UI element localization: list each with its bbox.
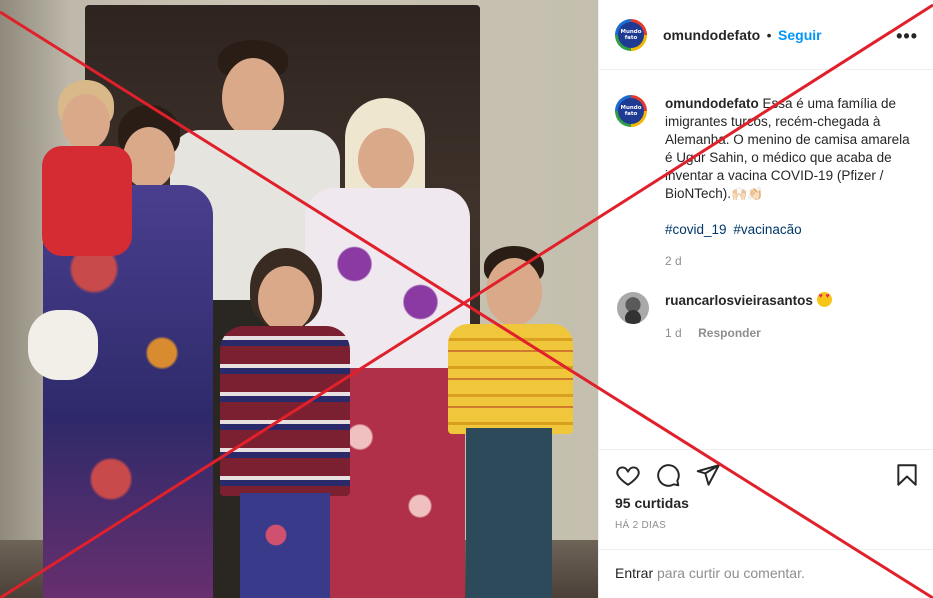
caption-text: Essa é uma família de imigrantes turcos,… <box>665 96 910 201</box>
paper-plane-icon[interactable] <box>695 462 721 488</box>
hashtag-link[interactable]: #vacinacão <box>733 222 801 237</box>
commenter-avatar[interactable] <box>617 292 649 324</box>
figure-boy-yellow-shirt <box>448 246 573 598</box>
avatar-logo: Mundo fato <box>618 98 644 124</box>
comment-item: ruancarlosvieirasantos <box>665 292 832 308</box>
post-actions: 95 curtidas HÁ 2 DIAS Entrar para curtir… <box>599 449 933 598</box>
header-dot: • <box>766 27 772 43</box>
login-link[interactable]: Entrar <box>615 565 653 581</box>
bookmark-icon[interactable] <box>894 462 920 488</box>
follow-button[interactable]: Seguir <box>778 27 822 43</box>
caption-username[interactable]: omundodefato <box>665 96 763 111</box>
likes-count[interactable]: 95 curtidas <box>615 495 689 511</box>
header-author-line: omundodefato • Seguir <box>663 27 822 45</box>
caption-emojis: 🙌🏻👏🏻 <box>731 186 764 201</box>
author-username[interactable]: omundodefato <box>663 27 760 43</box>
caption-time[interactable]: 2 d <box>665 254 682 268</box>
post-header: Mundo fato omundodefato • Seguir ••• <box>599 0 933 70</box>
figure-toddler <box>28 80 138 380</box>
post-side-panel: Mundo fato omundodefato • Seguir ••• Mun… <box>598 0 933 598</box>
figure-young-girl <box>220 248 350 598</box>
login-prompt-text: para curtir ou comentar. <box>653 565 805 581</box>
comment-time[interactable]: 1 d <box>665 326 682 340</box>
more-options-icon[interactable]: ••• <box>896 26 918 47</box>
heart-eyes-face-icon <box>816 292 832 307</box>
author-avatar[interactable]: Mundo fato <box>615 19 647 51</box>
avatar-logo: Mundo fato <box>618 22 644 48</box>
reply-button[interactable]: Responder <box>698 326 761 340</box>
comment-bubble-icon[interactable] <box>655 462 681 488</box>
comment-meta: 1 d Responder <box>665 324 761 342</box>
heart-icon[interactable] <box>615 462 641 488</box>
comment-box: Entrar para curtir ou comentar. <box>599 549 933 598</box>
caption-hashtags: #covid_19 #vacinacão <box>665 222 805 237</box>
post-photo[interactable] <box>0 0 598 598</box>
caption-author-avatar[interactable]: Mundo fato <box>615 95 647 127</box>
post-date[interactable]: HÁ 2 DIAS <box>615 520 666 531</box>
hashtag-link[interactable]: #covid_19 <box>665 222 727 237</box>
post-caption: omundodefato Essa é uma família de imigr… <box>665 95 915 203</box>
commenter-username[interactable]: ruancarlosvieirasantos <box>665 293 813 308</box>
login-to-comment: Entrar para curtir ou comentar. <box>615 565 805 581</box>
